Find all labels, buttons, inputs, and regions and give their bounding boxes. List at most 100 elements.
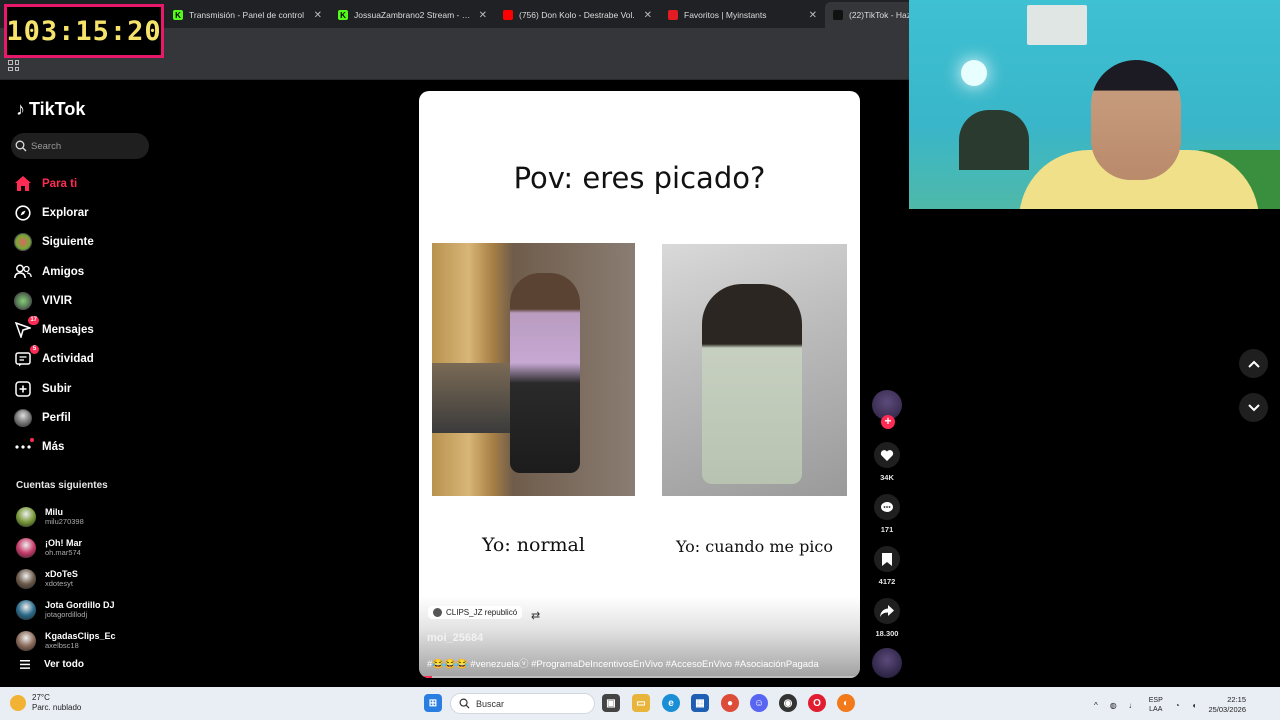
video-caption-left: Yo: normal	[482, 534, 585, 556]
following-account[interactable]: xDoTeS xdotesyt	[16, 563, 161, 594]
following-account[interactable]: ¡Oh! Mar oh.mar574	[16, 532, 161, 563]
tiktok-logo[interactable]: ♪ TikTok	[16, 99, 85, 120]
grid-icon[interactable]	[8, 60, 19, 71]
sidebar-item-subir[interactable]: Subir	[14, 374, 164, 403]
upload-icon	[14, 380, 32, 398]
account-handle: milu270398	[45, 517, 84, 526]
close-icon[interactable]: ✕	[314, 10, 322, 21]
discord-icon[interactable]: ☺	[750, 694, 768, 712]
video-photo-right	[662, 244, 847, 496]
repost-avatar	[433, 608, 442, 617]
sidebar-item-mensajes[interactable]: 17 Mensajes	[14, 315, 164, 344]
see-all-link[interactable]: Ver todo	[20, 659, 84, 670]
partly-cloudy-icon	[10, 695, 26, 711]
browser-tab[interactable]: K Transmisión - Panel de control ✕	[165, 2, 330, 28]
windows-start-icon[interactable]: ⊞	[424, 694, 442, 712]
network-icon[interactable]: ◍	[1110, 701, 1117, 710]
firefox-icon[interactable]: ◐	[837, 694, 855, 712]
following-account[interactable]: Milu milu270398	[16, 501, 161, 532]
browser-tab[interactable]: K JossuaZambrano2 Stream - Wa ✕	[330, 2, 495, 28]
browser-tab[interactable]: (756) Don Kolo - Destrabe Vol. ✕	[495, 2, 660, 28]
sidebar-item-actividad[interactable]: 5 Actividad	[14, 345, 164, 374]
sidebar-item-siguiente[interactable]: Siguiente	[14, 228, 164, 257]
follow-plus-icon[interactable]: +	[881, 415, 895, 429]
tab-title: (756) Don Kolo - Destrabe Vol.	[519, 10, 635, 20]
account-handle: axelbsc18	[45, 641, 79, 650]
compass-icon	[14, 204, 32, 222]
video-caption-right: Yo: cuando me pico	[675, 537, 834, 556]
sidebar: ♪ TikTok Para ti Explorar Siguiente Amigos V…	[0, 81, 165, 687]
friends-icon	[14, 263, 32, 281]
obs-icon[interactable]: ◉	[779, 694, 797, 712]
browser-tab[interactable]: Favoritos | Myinstants ✕	[660, 2, 825, 28]
account-handle: xdotesyt	[45, 579, 73, 588]
sidebar-item-label: Perfil	[42, 412, 71, 425]
sidebar-item-perfil[interactable]: Perfil	[14, 403, 164, 432]
share-action[interactable]: 18.300	[874, 598, 900, 638]
weather-widget[interactable]: 27°C Parc. nublado	[10, 693, 81, 713]
search-input[interactable]	[31, 140, 131, 152]
microphone-icon[interactable]: ♩	[1129, 701, 1137, 710]
taskbar-search[interactable]: Buscar	[450, 693, 595, 714]
video-author[interactable]: moi_25684	[427, 632, 483, 644]
sidebar-item-label: Para ti	[42, 177, 78, 190]
see-all-label: Ver todo	[44, 659, 85, 670]
close-icon[interactable]: ✕	[479, 10, 487, 21]
taskbar-search-placeholder: Buscar	[476, 698, 505, 709]
following-account[interactable]: Jota Gordillo DJ jotagordillodj	[16, 594, 161, 625]
video-player[interactable]: Pov: eres picado? Yo: normal Yo: cuando …	[419, 91, 860, 678]
like-action[interactable]: 34K	[874, 442, 900, 482]
account-name: xDoTeS	[45, 569, 78, 579]
windows-taskbar: 27°C Parc. nublado ⊞ Buscar ▣ ▭ e ▦ ● ☺ …	[0, 687, 1280, 720]
list-icon	[20, 660, 30, 669]
sidebar-item-amigos[interactable]: Amigos	[14, 257, 164, 286]
save-action[interactable]: 4172	[874, 546, 900, 586]
repost-icon[interactable]: ⇄	[531, 609, 540, 622]
stream-timer: 103:15:20	[4, 4, 164, 58]
clock-date: 25/03/2026	[1208, 705, 1246, 714]
video-text-title: Pov: eres picado?	[513, 161, 766, 195]
store-icon[interactable]: ▦	[691, 694, 709, 712]
logo-text: TikTok	[29, 99, 86, 119]
music-disc[interactable]	[872, 648, 902, 678]
video-progress-bar[interactable]	[419, 676, 860, 678]
close-icon[interactable]: ✕	[809, 10, 817, 21]
volume-icon[interactable]: ◖	[1192, 701, 1197, 710]
previous-video-button[interactable]	[1239, 349, 1268, 378]
comment-action[interactable]: 171	[874, 494, 900, 534]
repost-badge[interactable]: CLIPS_JZ republicó	[428, 606, 523, 619]
search-box[interactable]	[11, 133, 149, 159]
wifi-icon[interactable]: ◔	[1175, 701, 1180, 710]
opera-icon[interactable]: O	[808, 694, 826, 712]
search-icon	[459, 698, 470, 709]
chevron-down-icon	[1247, 403, 1260, 411]
avatar	[16, 506, 36, 527]
close-icon[interactable]: ✕	[644, 10, 652, 21]
next-video-button[interactable]	[1239, 393, 1268, 422]
following-avatar-icon	[14, 233, 32, 252]
home-icon	[14, 175, 32, 193]
chrome-icon[interactable]: ●	[721, 694, 739, 712]
repost-label: CLIPS_JZ republicó	[446, 608, 518, 617]
tab-title: Favoritos | Myinstants	[684, 10, 767, 20]
sidebar-item-explorar[interactable]: Explorar	[14, 198, 164, 227]
video-hashtags[interactable]: #😂😂😂 #venezuelaⓥ #ProgramaDeIncentivosEn…	[427, 656, 819, 670]
chevron-up-icon[interactable]: ^	[1094, 701, 1098, 710]
edge-icon[interactable]: e	[662, 694, 680, 712]
weather-temp: 27°C	[32, 693, 50, 702]
sidebar-nav: Para ti Explorar Siguiente Amigos VIVIR 17 Men…	[14, 169, 164, 462]
sidebar-item-parati[interactable]: Para ti	[14, 169, 164, 198]
more-icon	[14, 438, 34, 456]
sidebar-item-label: Más	[42, 441, 65, 454]
following-account[interactable]: KgadasClips_Ec axelbsc18	[16, 625, 161, 656]
account-name: KgadasClips_Ec	[45, 631, 116, 641]
clock[interactable]: 22:15 25/03/2026	[1208, 695, 1246, 715]
sidebar-item-ms[interactable]: Más	[14, 433, 164, 462]
file-explorer-icon[interactable]: ▭	[632, 694, 650, 712]
sidebar-item-vivir[interactable]: VIVIR	[14, 286, 164, 315]
profile-icon	[14, 409, 32, 428]
language-indicator[interactable]: ESP LAA	[1149, 696, 1163, 714]
task-view-icon[interactable]: ▣	[602, 694, 620, 712]
avatar	[16, 568, 36, 589]
share-count: 18.300	[875, 629, 899, 638]
